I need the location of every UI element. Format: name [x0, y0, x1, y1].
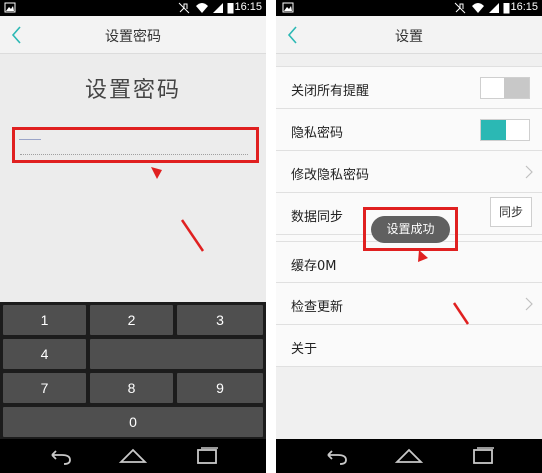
key-9[interactable]: 9	[177, 373, 263, 403]
key-3[interactable]: 3	[177, 305, 263, 335]
recent-apps-icon[interactable]	[187, 445, 227, 467]
nav-bar	[276, 439, 542, 473]
nav-bar	[0, 439, 266, 473]
home-icon[interactable]	[389, 445, 429, 467]
key-4[interactable]: 4	[3, 339, 86, 369]
back-icon[interactable]	[318, 445, 358, 467]
key-0[interactable]: 0	[3, 407, 263, 437]
back-icon[interactable]	[42, 445, 82, 467]
key-2[interactable]: 2	[90, 305, 173, 335]
numeric-keypad: 1 2 3 4 7 8 9 0	[0, 302, 266, 439]
key-7[interactable]: 7	[3, 373, 86, 403]
set-password-screen: 16:15 设置密码 设置密码 1 2 3 4 7 8 9 0	[0, 0, 266, 473]
screenshot-gap	[266, 0, 276, 473]
key-blank[interactable]	[90, 339, 263, 369]
key-8[interactable]: 8	[90, 373, 173, 403]
recent-apps-icon[interactable]	[463, 445, 503, 467]
annotation-arrow	[151, 167, 205, 252]
home-icon[interactable]	[113, 445, 153, 467]
key-1[interactable]: 1	[3, 305, 86, 335]
annotation-arrow	[418, 250, 470, 325]
row-label: 关于	[291, 342, 318, 357]
settings-screen: 16:15 设置 关闭所有提醒 隐私密码 修改隐私密码 数据同步 同步 缓存0M…	[276, 0, 542, 473]
